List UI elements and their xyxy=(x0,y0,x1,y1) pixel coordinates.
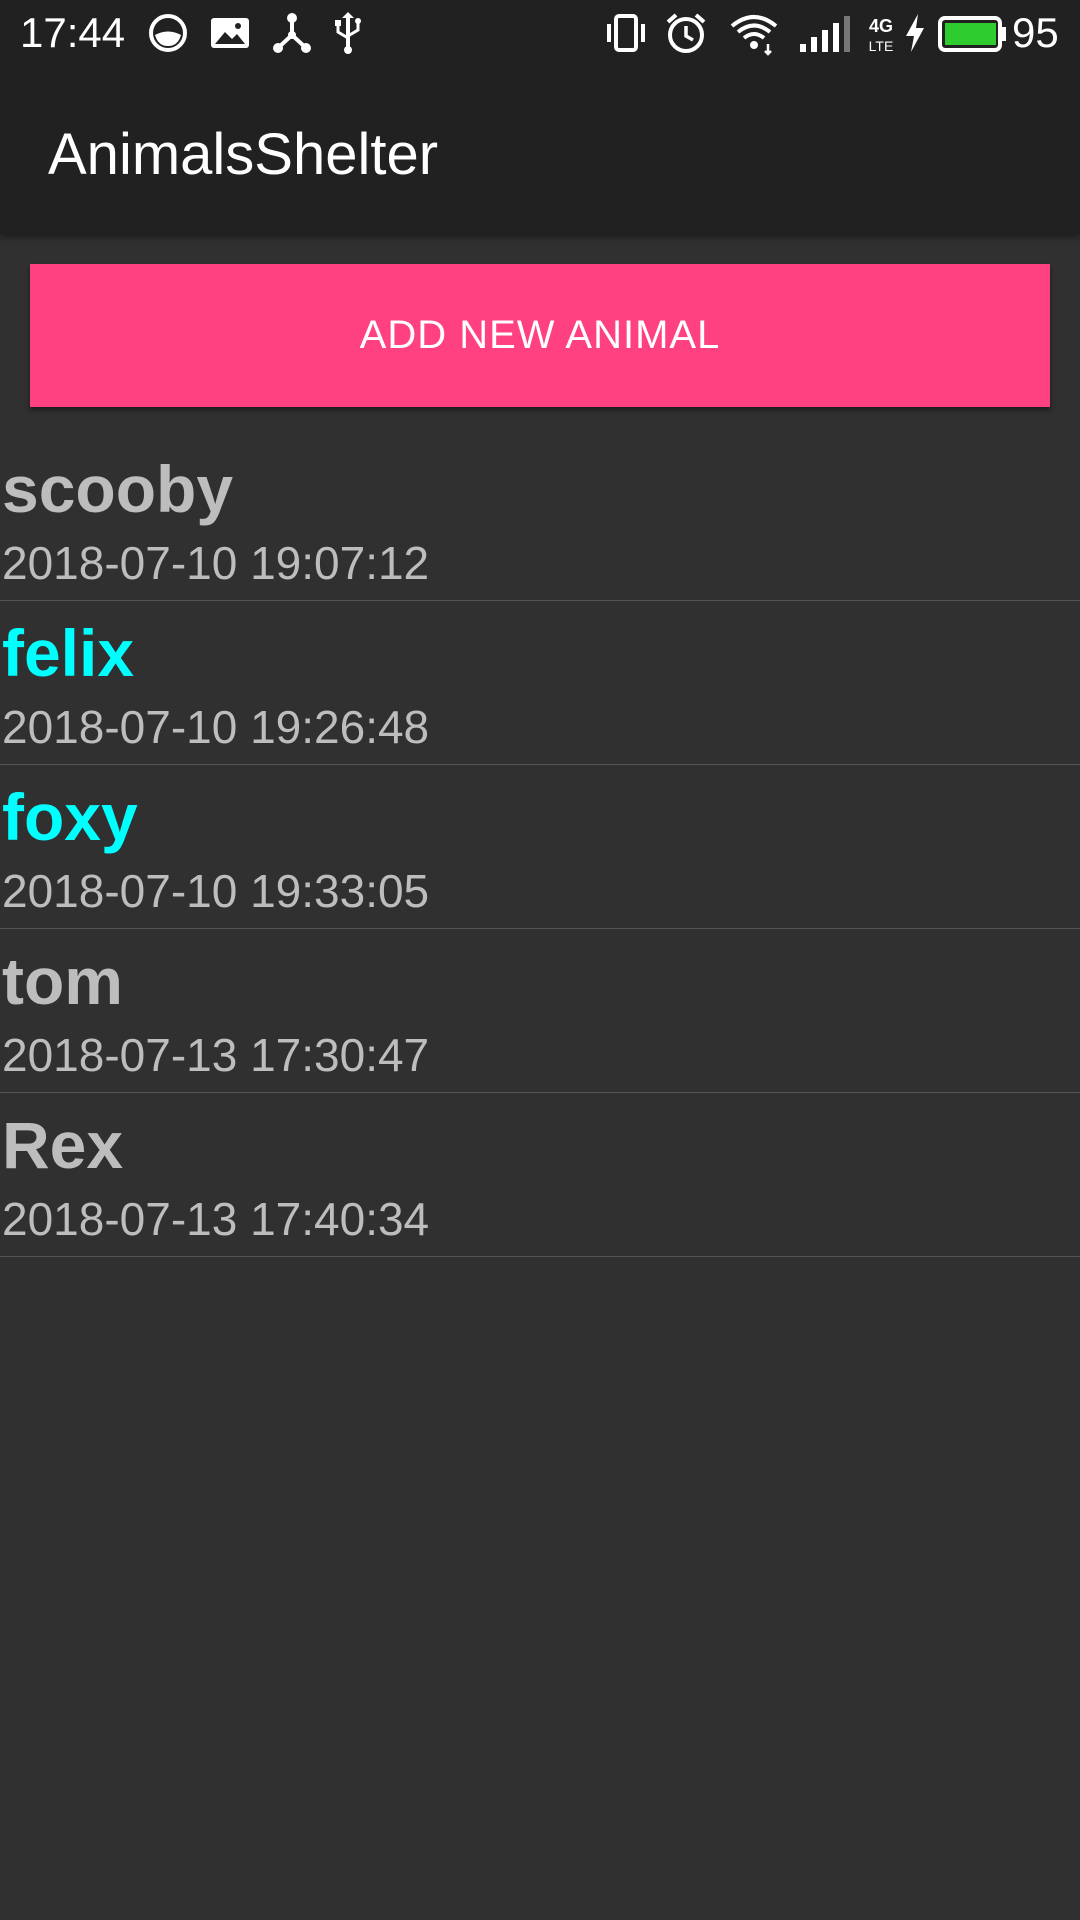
animal-name: tom xyxy=(2,944,123,1018)
animal-list-item[interactable]: foxy 2018-07-10 19:33:05 xyxy=(0,765,1080,929)
app-bar: AnimalsShelter xyxy=(0,66,1080,234)
vibrate-icon xyxy=(604,10,648,56)
charging-icon xyxy=(902,10,928,56)
animal-list-item[interactable]: felix 2018-07-10 19:26:48 xyxy=(0,601,1080,765)
animal-date: 2018-07-13 17:30:47 xyxy=(2,1029,430,1081)
animal-name: scooby xyxy=(2,452,234,526)
animal-list-item[interactable]: Rex 2018-07-13 17:40:34 xyxy=(0,1093,1080,1257)
status-bar: 17:44 4G LTE 95 xyxy=(0,0,1080,66)
wifi-icon xyxy=(728,10,780,56)
network-hub-icon xyxy=(270,10,314,56)
alarm-icon xyxy=(664,10,708,56)
status-time: 17:44 xyxy=(20,9,126,56)
signal-icon xyxy=(796,10,856,56)
network-type-icon: 4G LTE xyxy=(864,10,898,56)
svg-text:LTE: LTE xyxy=(869,38,894,54)
animal-list-item[interactable]: tom 2018-07-13 17:30:47 xyxy=(0,929,1080,1093)
usb-icon xyxy=(326,10,370,56)
animal-name: foxy xyxy=(2,780,138,854)
animal-list: scooby 2018-07-10 19:07:12 felix 2018-07… xyxy=(0,437,1080,1257)
battery-icon xyxy=(938,10,1008,56)
animal-date: 2018-07-10 19:33:05 xyxy=(2,865,430,917)
animal-name: felix xyxy=(2,616,135,690)
animal-date: 2018-07-13 17:40:34 xyxy=(2,1193,430,1245)
face-icon xyxy=(146,10,190,56)
app-title: AnimalsShelter xyxy=(48,122,439,187)
animal-date: 2018-07-10 19:07:12 xyxy=(2,537,430,589)
image-icon xyxy=(208,10,252,56)
animal-date: 2018-07-10 19:26:48 xyxy=(2,701,430,753)
battery-level: 95 xyxy=(1012,9,1059,56)
animal-name: Rex xyxy=(2,1108,124,1182)
svg-text:4G: 4G xyxy=(869,16,893,36)
animal-list-item[interactable]: scooby 2018-07-10 19:07:12 xyxy=(0,437,1080,601)
add-new-animal-button[interactable]: ADD NEW ANIMAL xyxy=(30,264,1050,407)
